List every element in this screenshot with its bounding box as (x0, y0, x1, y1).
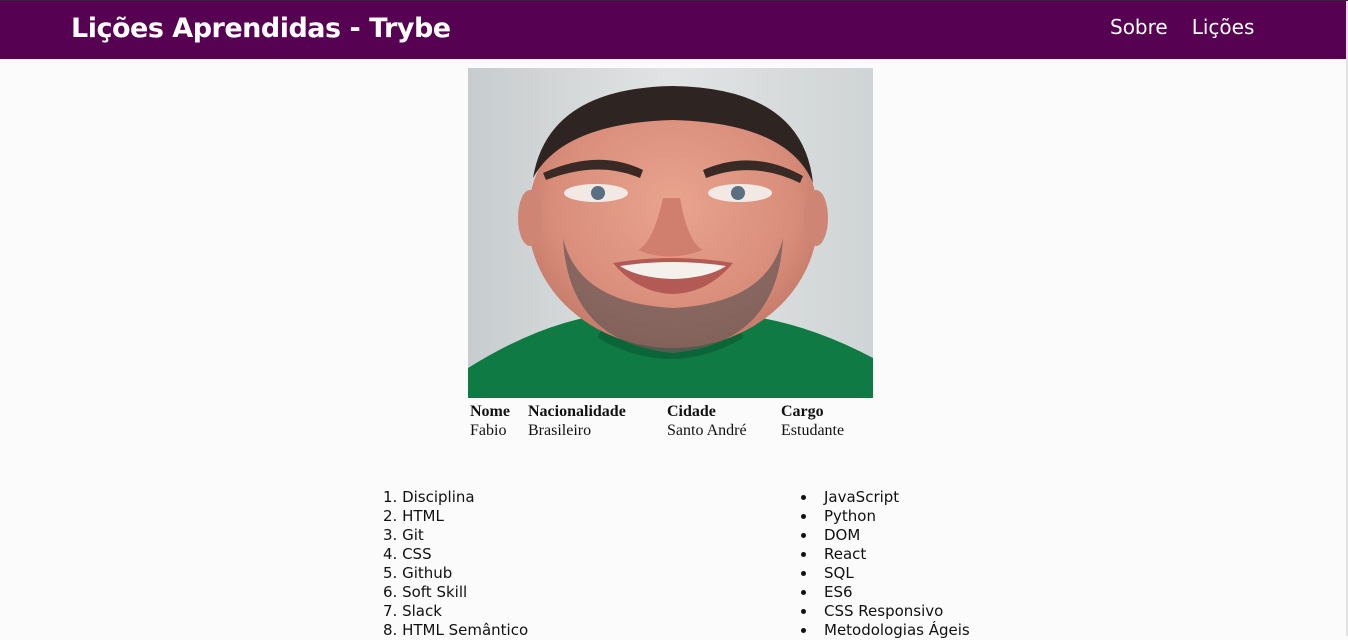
person-photo-icon (468, 68, 873, 398)
list-item: 2. HTML (383, 507, 444, 525)
bullet-icon (801, 590, 806, 595)
list-item: SQL (798, 564, 970, 583)
list-item: 6. Soft Skill (383, 583, 468, 601)
profile-header-row: Nome Nacionalidade Cidade Cargo (468, 402, 875, 421)
list-item: JavaScript (798, 488, 970, 507)
list-item: 5. Github (383, 564, 453, 582)
list-item: 8. HTML Semântico (383, 621, 529, 639)
list-item-label: CSS Responsivo (824, 602, 944, 620)
list-item: CSS Responsivo (798, 602, 970, 621)
header-nome: Nome (470, 403, 510, 420)
list-item-label: ES6 (824, 583, 853, 601)
nav-link-sobre[interactable]: Sobre (1110, 15, 1168, 39)
bullet-icon (801, 514, 806, 519)
profile-value-row: Fabio Brasileiro Santo André Estudante (468, 421, 875, 441)
nav-link-licoes[interactable]: Lições (1192, 15, 1255, 39)
bullet-icon (801, 609, 806, 614)
profile-table: Nome Nacionalidade Cidade Cargo Fabio Br… (468, 402, 875, 441)
bullet-icon (801, 552, 806, 557)
list-item: Metodologias Ágeis (798, 621, 970, 640)
bullet-icon (801, 495, 806, 500)
bullet-icon (801, 628, 806, 633)
ordered-lessons-list: 1. Disciplina 2. HTML 3. Git 4. CSS 5. G… (383, 488, 528, 640)
list-item: 1. Disciplina (383, 488, 475, 506)
unordered-lessons-list: JavaScript Python DOM React SQL ES6 CSS … (798, 488, 970, 640)
value-nome: Fabio (470, 422, 507, 439)
list-item: Python (798, 507, 970, 526)
bullet-icon (801, 533, 806, 538)
site-header: Lições Aprendidas - Trybe Sobre Lições (0, 1, 1346, 59)
list-item-label: JavaScript (824, 488, 900, 506)
profile-photo (468, 68, 873, 398)
list-item: 7. Slack (383, 602, 442, 620)
value-cidade: Santo André (667, 422, 747, 439)
list-item: 4. CSS (383, 545, 432, 563)
header-cidade: Cidade (667, 403, 716, 420)
list-item-label: DOM (824, 526, 861, 544)
header-cargo: Cargo (781, 403, 824, 420)
list-item: 3. Git (383, 526, 424, 544)
list-item: DOM (798, 526, 970, 545)
list-item-label: React (824, 545, 867, 563)
value-cargo: Estudante (781, 422, 845, 439)
list-item-label: SQL (824, 564, 854, 582)
top-nav: Sobre Lições (1110, 15, 1254, 39)
list-item-label: Python (824, 507, 876, 525)
list-item: React (798, 545, 970, 564)
site-title: Lições Aprendidas - Trybe (71, 13, 451, 44)
header-nacionalidade: Nacionalidade (528, 403, 626, 420)
bullet-icon (801, 571, 806, 576)
value-nacionalidade: Brasileiro (528, 422, 592, 439)
list-item-label: Metodologias Ágeis (824, 621, 970, 639)
list-item: ES6 (798, 583, 970, 602)
